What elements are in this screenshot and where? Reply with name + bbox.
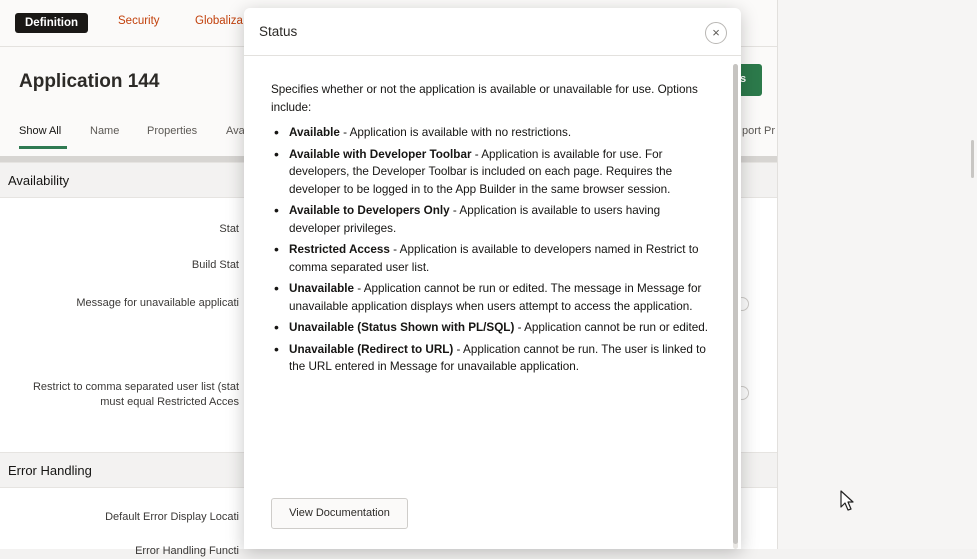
option-desc: - Application is available with no restr… (339, 126, 572, 139)
option-term: Unavailable (Status Shown with PL/SQL) (289, 321, 515, 334)
subnav-properties[interactable]: Properties (147, 125, 197, 137)
subnav-show-all[interactable]: Show All (19, 125, 61, 137)
mouse-cursor-icon (840, 490, 854, 511)
dialog-header: Status × (244, 8, 741, 56)
list-item: Available to Developers Only - Applicati… (274, 202, 711, 237)
dialog-title: Status (259, 24, 298, 39)
section-title: Availability (8, 173, 70, 188)
right-panel-scrollbar[interactable] (971, 140, 974, 178)
dialog-body: Specifies whether or not the application… (271, 81, 711, 380)
tab-definition[interactable]: Definition (15, 13, 89, 33)
help-dialog: Status × Specifies whether or not the ap… (244, 8, 741, 549)
option-term: Restricted Access (289, 243, 390, 256)
tab-security[interactable]: Security (118, 15, 160, 27)
option-term: Available to Developers Only (289, 204, 450, 217)
view-documentation-button[interactable]: View Documentation (271, 498, 408, 529)
field-label-error-function: Error Handling Functi (135, 545, 239, 557)
field-label-status: Stat (219, 223, 239, 235)
list-item: Unavailable (Status Shown with PL/SQL) -… (274, 319, 711, 337)
page-title: Application 144 (19, 71, 160, 92)
tab-globalization[interactable]: Globaliza (195, 15, 243, 27)
subnav-report-printing[interactable]: port Pr (742, 125, 775, 137)
active-tab-indicator (19, 146, 67, 149)
option-term: Unavailable (Redirect to URL) (289, 342, 454, 356)
option-term: Unavailable (289, 282, 354, 295)
list-item: Unavailable (Redirect to URL) - Applicat… (274, 341, 711, 376)
subnav-availability[interactable]: Ava (226, 125, 245, 137)
option-desc: - Application cannot be run or edited. (514, 321, 708, 334)
option-term: Available with Developer Toolbar (289, 147, 472, 161)
list-item: Available - Application is available wit… (274, 124, 711, 142)
dialog-intro: Specifies whether or not the application… (271, 83, 698, 114)
options-list: Available - Application is available wit… (271, 124, 711, 376)
list-item: Unavailable - Application cannot be run … (274, 280, 711, 315)
right-side-panel (777, 0, 977, 549)
section-title: Error Handling (8, 463, 92, 478)
list-item: Available with Developer Toolbar - Appli… (274, 146, 711, 199)
list-item: Restricted Access - Application is avail… (274, 241, 711, 276)
subnav-name[interactable]: Name (90, 125, 119, 137)
field-label-build-status: Build Stat (191, 259, 239, 271)
option-term: Available (289, 126, 340, 139)
field-label-default-error: Default Error Display Locati (105, 511, 239, 523)
field-label-message: Message for unavailable applicati (76, 297, 239, 309)
dialog-scrollbar-thumb[interactable] (733, 64, 738, 544)
close-icon[interactable]: × (705, 22, 727, 44)
field-label-restrict-line2: must equal Restricted Acces (100, 396, 239, 408)
field-label-restrict-line1: Restrict to comma separated user list (s… (32, 381, 239, 393)
